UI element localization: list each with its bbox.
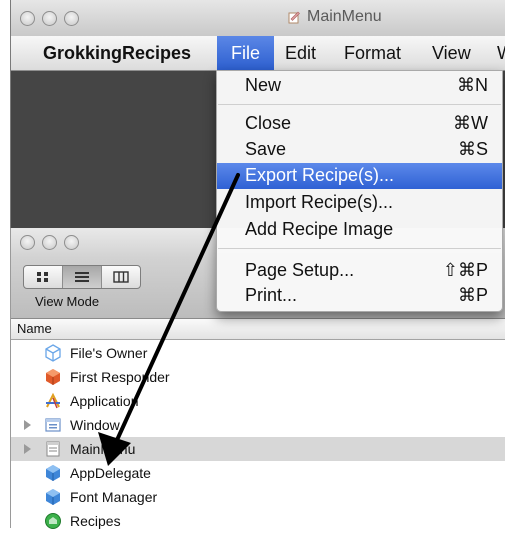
menu-file[interactable]: File — [217, 36, 274, 70]
row-label: MainMenu — [70, 441, 136, 457]
object-cube-icon — [46, 465, 60, 481]
window-icon — [45, 418, 61, 432]
disclosure-triangle-icon[interactable] — [24, 420, 31, 430]
row-label: Font Manager — [70, 489, 158, 505]
menu-item-export-recipes[interactable]: Export Recipe(s)... — [217, 163, 502, 189]
menu-edit[interactable]: Edit — [285, 36, 316, 70]
menu-item-shortcut: ⌘P — [457, 285, 488, 305]
row-label: First Responder — [70, 369, 170, 385]
menu-item-label: Page Setup... — [245, 260, 355, 280]
menu-view[interactable]: View — [432, 36, 471, 70]
menu-separator — [218, 248, 501, 249]
menu-app-name[interactable]: GrokkingRecipes — [43, 36, 191, 70]
icon-view-button[interactable] — [24, 266, 63, 288]
application-icon — [46, 392, 60, 409]
menu-item-import-recipes[interactable]: Import Recipe(s)... — [217, 190, 502, 216]
outline-row[interactable]: AppDelegate — [11, 461, 505, 485]
menu-format[interactable]: Format — [344, 36, 401, 70]
menu-item-shortcut: ⌘W — [453, 113, 488, 133]
array-controller-icon — [45, 513, 61, 529]
doc-close-button[interactable] — [20, 235, 35, 250]
outline-row[interactable]: File's Owner — [11, 341, 505, 365]
outline-row-selected[interactable]: MainMenu — [11, 437, 505, 461]
row-label: Recipes — [70, 513, 121, 529]
outline-row[interactable]: Application — [11, 389, 505, 413]
menu-item-print[interactable]: Print... ⌘P — [217, 283, 502, 309]
file-menu-dropdown: New ⌘N Close ⌘W Save ⌘S Export Recipe(s)… — [216, 70, 503, 312]
menu-item-label: Save — [245, 139, 287, 159]
window-title: MainMenu — [307, 8, 382, 25]
doc-minimize-button[interactable] — [42, 235, 57, 250]
menu-item-label: Close — [245, 113, 292, 133]
menu-item-label: New — [245, 75, 282, 95]
outline-row[interactable]: Font Manager — [11, 485, 505, 509]
column-view-button[interactable] — [102, 266, 140, 288]
view-mode-segmented-control[interactable] — [23, 265, 141, 289]
menu-icon — [46, 441, 60, 457]
mainmenu-titlebar[interactable]: MainMenu — [11, 0, 505, 37]
object-cube-icon — [46, 489, 60, 505]
first-responder-cube-icon — [46, 369, 60, 385]
row-label: Application — [70, 393, 139, 409]
menu-item-shortcut: ⌘S — [457, 139, 488, 159]
zoom-window-button[interactable] — [64, 11, 79, 26]
outline-row[interactable]: Recipes — [11, 509, 505, 533]
list-view-icon — [75, 272, 89, 282]
menu-separator — [218, 104, 501, 105]
menu-item-add-recipe-image[interactable]: Add Recipe Image — [217, 217, 502, 243]
menu-editor-bar: GrokkingRecipes File Edit Format View W — [11, 36, 505, 71]
row-label: AppDelegate — [70, 465, 151, 481]
menu-item-new[interactable]: New ⌘N — [217, 73, 502, 99]
menu-item-label: Add Recipe Image — [245, 219, 394, 239]
column-view-icon — [113, 271, 129, 283]
menu-item-shortcut: ⇧⌘P — [442, 260, 488, 280]
outline-row[interactable]: First Responder — [11, 365, 505, 389]
row-label: File's Owner — [70, 345, 148, 361]
files-owner-cube-icon — [45, 344, 61, 362]
disclosure-triangle-icon[interactable] — [24, 444, 31, 454]
menu-item-page-setup[interactable]: Page Setup... ⇧⌘P — [217, 258, 502, 284]
menu-item-label: Import Recipe(s)... — [245, 192, 394, 212]
outline-row[interactable]: Window — [11, 413, 505, 437]
icon-view-icon — [37, 272, 48, 282]
name-column-header[interactable]: Name — [11, 319, 505, 340]
list-view-button[interactable] — [63, 266, 102, 288]
menu-item-close[interactable]: Close ⌘W — [217, 111, 502, 137]
menu-window-truncated[interactable]: W — [497, 36, 505, 70]
doc-zoom-button[interactable] — [64, 235, 79, 250]
view-mode-label: View Mode — [35, 294, 100, 309]
column-header-label: Name — [17, 321, 52, 336]
menu-item-shortcut: ⌘N — [457, 75, 488, 95]
row-label: Window — [70, 417, 120, 433]
minimize-window-button[interactable] — [42, 11, 57, 26]
close-window-button[interactable] — [20, 11, 35, 26]
menu-item-save[interactable]: Save ⌘S — [217, 137, 502, 163]
xib-document-icon — [288, 11, 300, 24]
menu-item-label: Export Recipe(s)... — [245, 165, 395, 185]
menu-item-label: Print... — [245, 285, 298, 305]
